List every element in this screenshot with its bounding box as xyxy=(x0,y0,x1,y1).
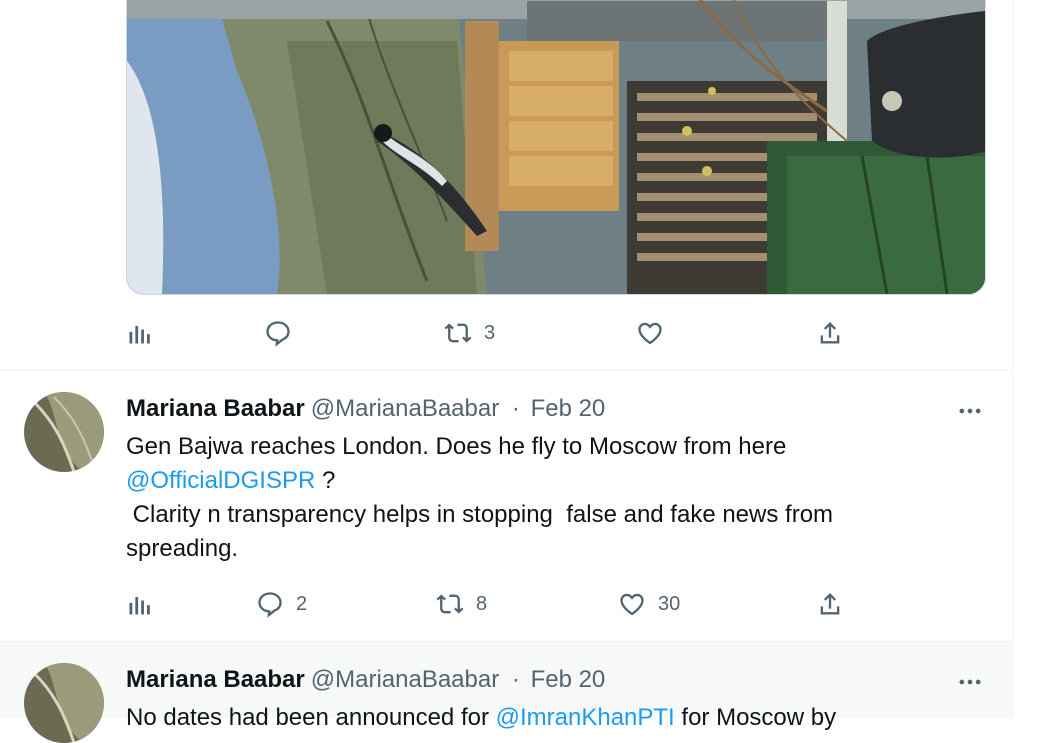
more-icon xyxy=(959,408,981,414)
tweet-text: No dates had been announced for @ImranKh… xyxy=(126,701,946,735)
share-button[interactable] xyxy=(816,313,844,353)
retweet-count: 3 xyxy=(484,321,496,344)
avatar-image xyxy=(24,663,104,743)
mention-link[interactable]: @OfficialDGISPR xyxy=(126,467,315,494)
heart-icon xyxy=(638,322,662,345)
tweet-item[interactable]: Mariana Baabar @MarianaBaabar · Feb 20 Ge… xyxy=(0,371,1012,641)
more-options-button[interactable] xyxy=(956,668,984,696)
avatar[interactable] xyxy=(24,392,104,472)
like-button[interactable] xyxy=(636,313,664,353)
tweet-text-line: Gen Bajwa reaches London. Does he fly to… xyxy=(126,433,787,460)
tweet-header: Mariana Baabar @MarianaBaabar · Feb 20 xyxy=(126,395,605,423)
more-icon xyxy=(959,679,981,685)
tweet-item[interactable]: Mariana Baabar @MarianaBaabar · Feb 20 No… xyxy=(0,642,1012,743)
like-button[interactable]: 30 xyxy=(618,584,680,624)
tweet-text: Gen Bajwa reaches London. Does he fly to… xyxy=(126,430,946,566)
like-count: 30 xyxy=(658,592,681,615)
more-options-button[interactable] xyxy=(956,397,984,425)
separator-dot: · xyxy=(511,395,520,422)
user-handle[interactable]: @MarianaBaabar xyxy=(311,395,499,422)
analytics-icon xyxy=(129,597,150,615)
tweet-text-paragraph: Clarity n transparency helps in stopping… xyxy=(126,501,834,562)
tweet-media-photo[interactable] xyxy=(126,0,986,295)
display-name[interactable]: Mariana Baabar xyxy=(126,395,305,422)
share-icon xyxy=(820,322,840,344)
heart-icon xyxy=(620,593,644,616)
retweet-button[interactable]: 8 xyxy=(436,584,487,624)
analytics-icon xyxy=(129,326,150,344)
tweet-date[interactable]: Feb 20 xyxy=(531,666,606,693)
reply-icon xyxy=(266,321,290,347)
reply-count: 2 xyxy=(296,592,308,615)
share-icon xyxy=(820,593,840,615)
views-button[interactable] xyxy=(126,584,154,624)
avatar[interactable] xyxy=(24,663,104,743)
share-button[interactable] xyxy=(816,584,844,624)
photo-illustration xyxy=(127,0,985,294)
tweet-header: Mariana Baabar @MarianaBaabar · Feb 20 xyxy=(126,666,605,694)
tweet-actions-0: 3 xyxy=(126,313,886,353)
tweet-date[interactable]: Feb 20 xyxy=(531,395,606,422)
user-handle[interactable]: @MarianaBaabar xyxy=(311,666,499,693)
retweet-icon xyxy=(444,323,472,343)
avatar-image xyxy=(24,392,104,472)
retweet-count: 8 xyxy=(476,592,488,615)
retweet-icon xyxy=(436,594,464,614)
reply-button[interactable] xyxy=(264,313,292,353)
reply-icon xyxy=(258,592,282,618)
tweet-actions-1: 2 8 30 xyxy=(126,584,886,624)
views-button[interactable] xyxy=(126,313,154,353)
right-gutter xyxy=(1013,0,1040,718)
reply-button[interactable]: 2 xyxy=(256,584,307,624)
tweet-text-fragment: ? xyxy=(315,467,336,494)
retweet-button[interactable]: 3 xyxy=(444,313,495,353)
separator-dot: · xyxy=(511,666,520,693)
display-name[interactable]: Mariana Baabar xyxy=(126,666,305,693)
